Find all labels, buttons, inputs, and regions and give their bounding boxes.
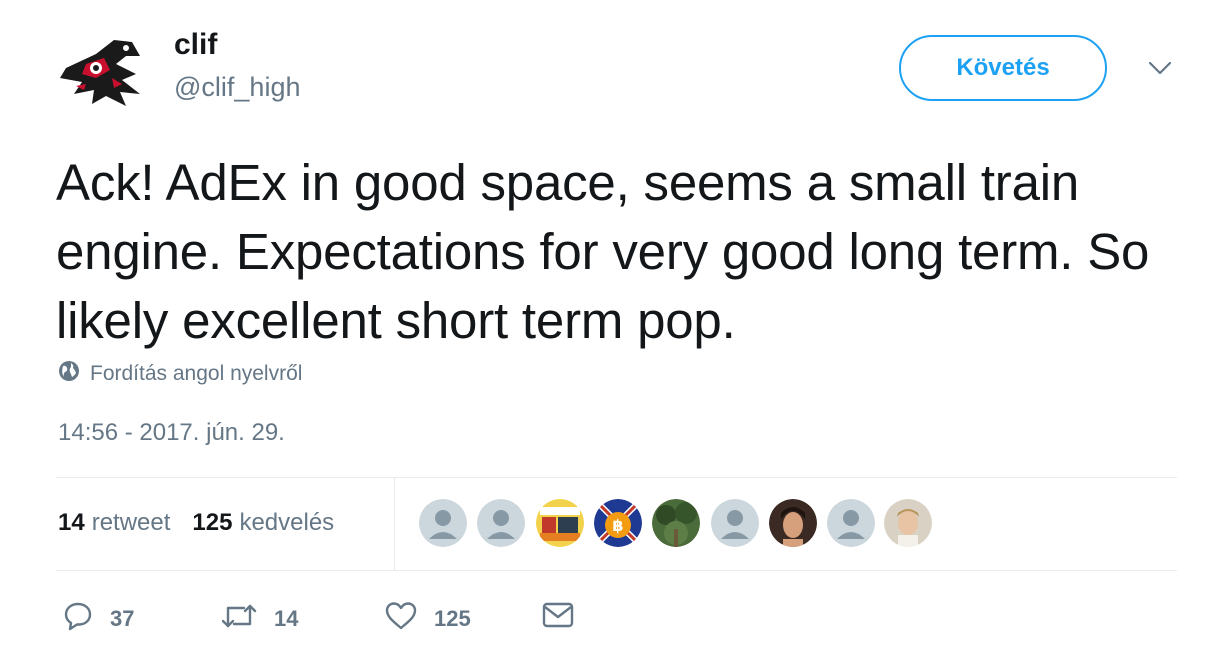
divider	[56, 477, 1177, 478]
like-button[interactable]: 125	[384, 600, 471, 638]
divider	[56, 570, 1177, 571]
heart-icon	[384, 600, 434, 638]
chevron-down-icon[interactable]	[1146, 58, 1174, 78]
reply-icon	[62, 600, 110, 638]
liker-avatar[interactable]	[711, 499, 759, 547]
translate-link[interactable]: Fordítás angol nyelvről	[58, 360, 302, 388]
liker-avatar[interactable]	[884, 499, 932, 547]
liker-avatar[interactable]	[536, 499, 584, 547]
translate-label: Fordítás angol nyelvről	[90, 362, 303, 385]
liker-avatar[interactable]	[652, 499, 700, 547]
retweet-button[interactable]: 14	[220, 600, 298, 638]
reply-button[interactable]: 37	[62, 600, 134, 638]
svg-text:฿: ฿	[612, 516, 623, 535]
user-name[interactable]: clif	[174, 28, 217, 62]
retweet-count: 14	[274, 606, 299, 631]
retweet-stat-label: retweet	[91, 509, 171, 536]
follow-button[interactable]: Követés	[899, 35, 1107, 101]
tweet-timestamp[interactable]: 14:56 - 2017. jún. 29.	[58, 419, 285, 447]
liker-avatar[interactable]	[419, 499, 467, 547]
like-stat-count: 125	[192, 509, 233, 536]
like-stat[interactable]: 125 kedvelés	[192, 509, 334, 537]
tweet-text: Ack! AdEx in good space, seems a small t…	[56, 154, 1150, 349]
liker-avatar[interactable]: ฿	[594, 499, 642, 547]
user-handle[interactable]: @clif_high	[174, 72, 300, 103]
liker-avatar[interactable]	[769, 499, 817, 547]
reply-count: 37	[110, 606, 135, 631]
envelope-icon	[542, 601, 590, 635]
retweet-icon	[220, 600, 274, 638]
globe-icon	[58, 360, 90, 388]
like-stat-label: kedvelés	[239, 509, 335, 536]
profile-avatar[interactable]	[56, 34, 152, 110]
direct-message-button[interactable]	[542, 601, 590, 635]
stats-divider	[394, 477, 395, 570]
like-count: 125	[434, 606, 471, 631]
tweet-stats: 14 retweet 125 kedvelés	[58, 509, 356, 537]
liker-avatar[interactable]	[827, 499, 875, 547]
retweet-stat[interactable]: 14 retweet	[58, 509, 170, 537]
retweet-stat-count: 14	[58, 509, 85, 536]
liker-avatar[interactable]	[477, 499, 525, 547]
